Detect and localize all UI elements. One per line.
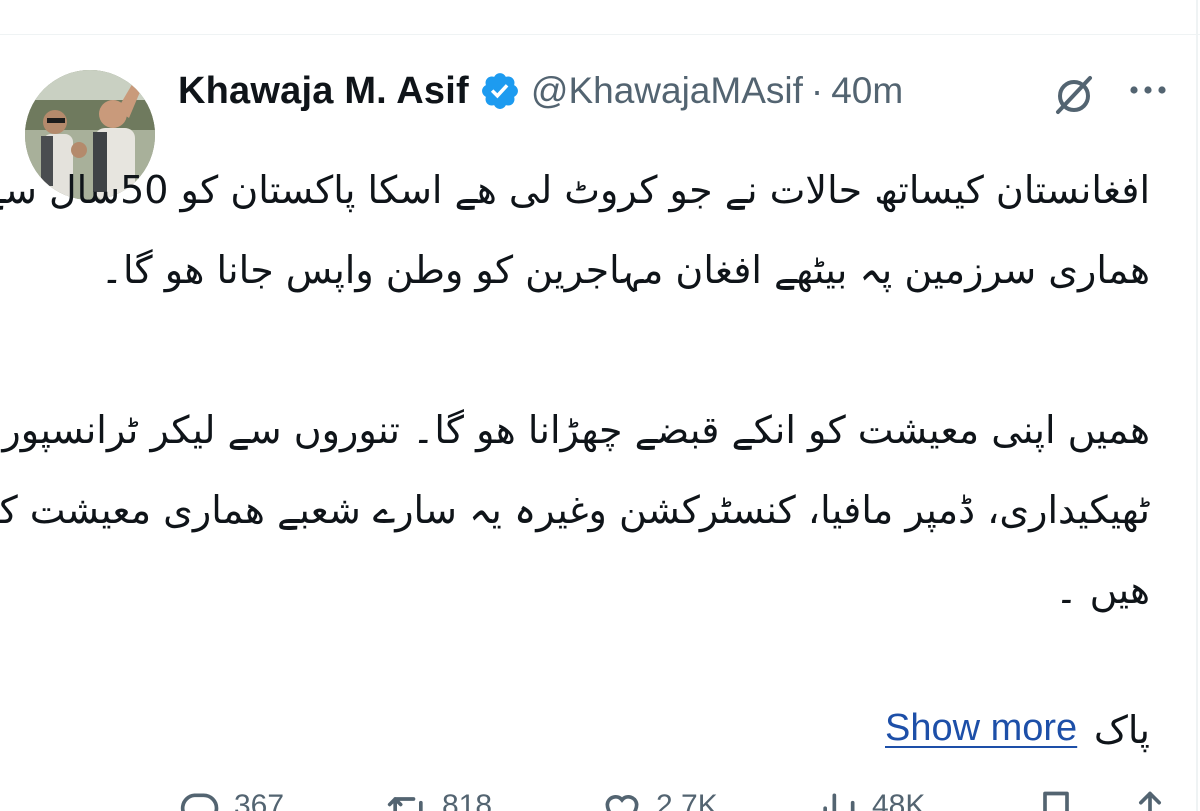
share-icon (1128, 788, 1172, 811)
more-dots-icon[interactable] (1124, 70, 1172, 118)
author-name[interactable]: Khawaja M. Asif (178, 70, 469, 113)
tweet-truncated-line: پاک (1093, 708, 1150, 752)
separator-dot: · (810, 70, 824, 111)
reply-icon (178, 788, 222, 811)
views-count: 48K (872, 789, 926, 811)
repost-count: 818 (442, 789, 493, 811)
tweet-line-break (160, 310, 1150, 390)
like-count: 2.7K (656, 789, 718, 811)
tweet-line: ھمیں اپنی معیشت کو انکے قبضے چھڑانا ھو گ… (0, 408, 1150, 452)
tweet-line: ھماری سرزمین پہ بیٹھے افغان مہاجرین کو و… (100, 248, 1150, 292)
share-button[interactable] (1128, 788, 1172, 811)
tweet-line: ھیں ۔ (1055, 568, 1150, 612)
action-bar: 367 818 2.7K 48K (178, 788, 1178, 811)
tweet-line: ٹھیکیداری، ڈمپر مافیا، کنسٹرکشن وغیرہ یہ… (0, 488, 1150, 532)
reply-count: 367 (234, 789, 285, 811)
reply-button[interactable]: 367 (178, 788, 284, 811)
tweet-screen: Khawaja M. Asif @KhawajaMAsif · 40m افغا… (0, 0, 1200, 811)
author-handle[interactable]: @KhawajaMAsif (531, 70, 803, 112)
repost-icon (386, 788, 430, 811)
tweet-line: افغانستان کیساتھ حالات نے جو کروٹ لی ھے … (0, 168, 1150, 212)
timestamp[interactable]: 40m (831, 70, 903, 112)
bookmark-icon (1034, 788, 1078, 811)
grok-icon[interactable] (1050, 70, 1098, 118)
tweet-body: افغانستان کیساتھ حالات نے جو کروٹ لی ھے … (0, 150, 1150, 630)
views-bar-chart-icon (816, 788, 860, 811)
verified-badge-icon (479, 70, 521, 112)
column-border (1196, 0, 1198, 811)
bookmark-button[interactable] (1034, 788, 1078, 811)
repost-button[interactable]: 818 (386, 788, 492, 811)
show-more-link[interactable]: Show more (885, 700, 1077, 756)
heart-icon (600, 788, 644, 811)
views-button[interactable]: 48K (816, 788, 925, 811)
tweet-header: Khawaja M. Asif @KhawajaMAsif · 40m (178, 64, 903, 118)
divider (0, 34, 1200, 35)
like-button[interactable]: 2.7K (600, 788, 718, 811)
